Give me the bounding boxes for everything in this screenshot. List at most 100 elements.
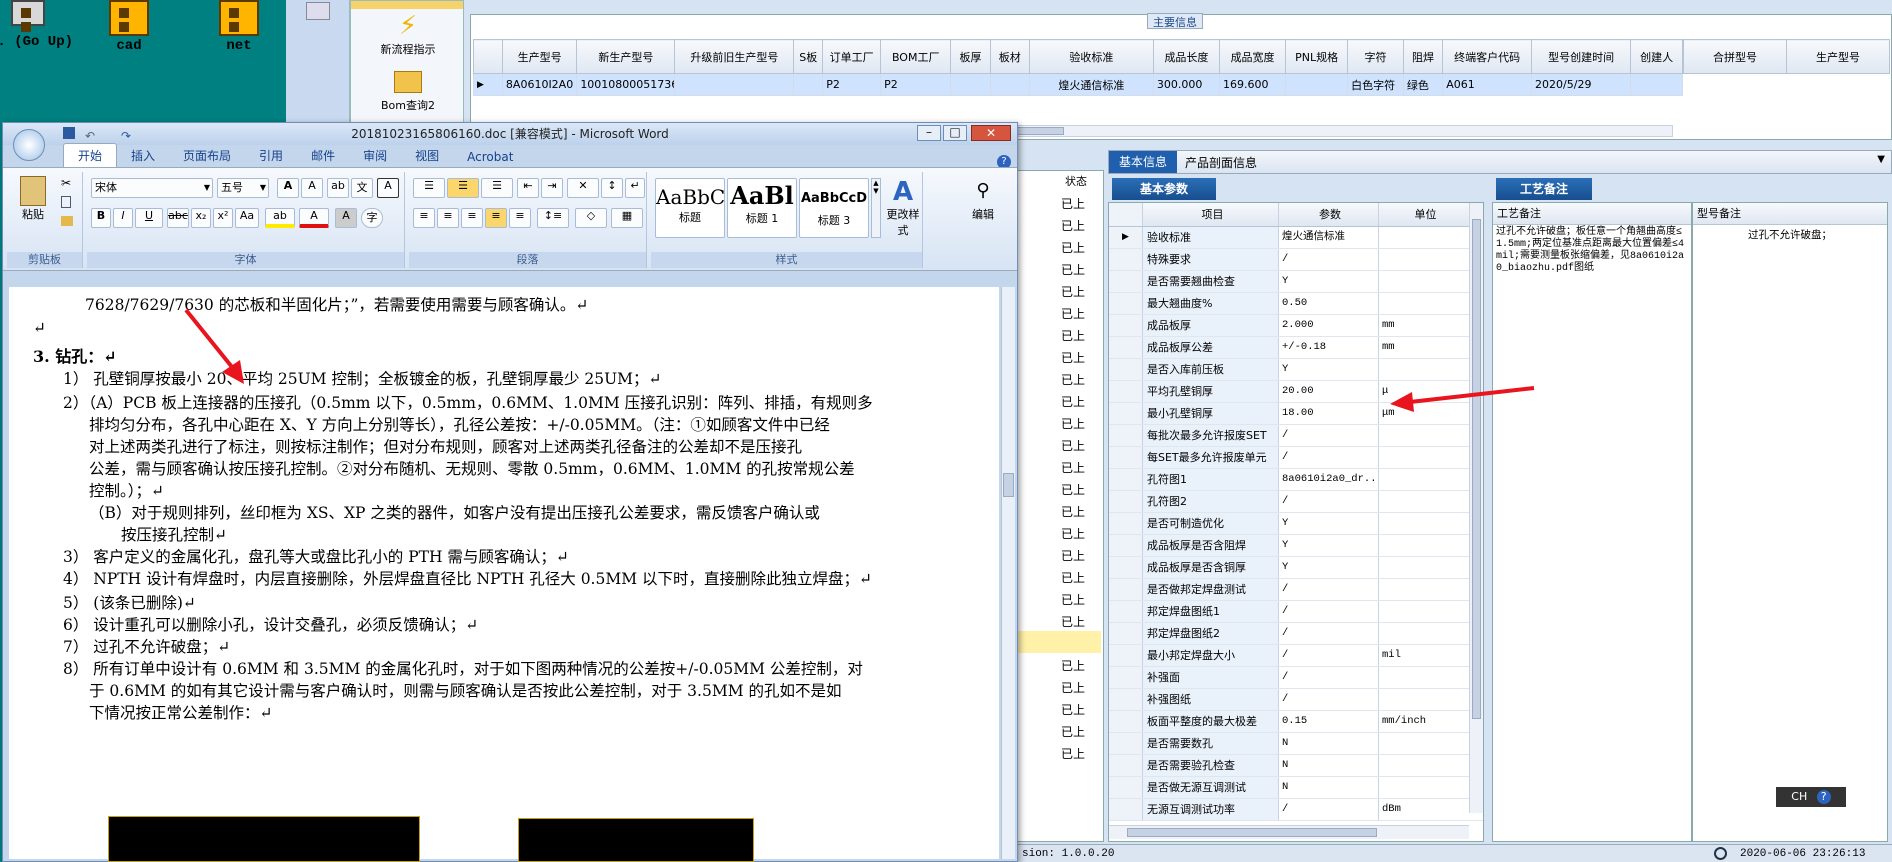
sort-button[interactable]: ↕: [601, 178, 623, 198]
column-header[interactable]: 创建人: [1630, 39, 1683, 74]
edit-button[interactable]: ⚲ 编辑: [963, 176, 1003, 246]
tab-page-layout[interactable]: 页面布局: [169, 144, 245, 167]
scrollbar-thumb[interactable]: [1127, 828, 1377, 837]
desktop-icon-cad[interactable]: cad: [84, 0, 174, 54]
table-row[interactable]: 邦定焊盘图纸1/: [1109, 601, 1483, 623]
column-header[interactable]: 板材: [989, 39, 1030, 74]
ime-indicator[interactable]: CH ?: [1776, 787, 1846, 807]
tab-insert[interactable]: 插入: [117, 144, 169, 167]
table-row[interactable]: 每批次最多允许报废SET /: [1109, 425, 1483, 447]
param-value[interactable]: Y: [1279, 271, 1379, 292]
table-row[interactable]: 平均孔壁铜厚 20.00 μ: [1109, 381, 1483, 403]
distribute-button[interactable]: ≡: [509, 208, 531, 228]
multilevel-list-button[interactable]: ☰: [481, 178, 513, 198]
column-header[interactable]: 型号创建时间: [1531, 39, 1632, 74]
table-row[interactable]: 补强面 /: [1109, 667, 1483, 689]
help-icon[interactable]: ?: [1816, 790, 1831, 804]
param-tab[interactable]: 基本参数: [1112, 178, 1216, 200]
enclose-char-button[interactable]: 字: [361, 208, 383, 228]
tab-acrobat[interactable]: Acrobat: [453, 147, 527, 167]
param-value[interactable]: /: [1279, 601, 1379, 622]
clear-format-button[interactable]: ab: [327, 178, 349, 198]
table-row[interactable]: 补强图纸 /: [1109, 689, 1483, 711]
maximize-button[interactable]: □: [943, 125, 967, 141]
param-value[interactable]: /: [1279, 645, 1379, 666]
param-value[interactable]: /: [1279, 447, 1379, 468]
italic-button[interactable]: I: [113, 208, 133, 228]
char-shading-button[interactable]: A: [335, 208, 357, 228]
param-value[interactable]: /: [1279, 667, 1379, 688]
column-header[interactable]: 项目: [1143, 203, 1279, 226]
phonetic-button[interactable]: 文: [351, 178, 373, 198]
table-row[interactable]: 是否做邦定焊盘测试 /: [1109, 579, 1483, 601]
style-heading-1[interactable]: AaBl 标题 1: [727, 178, 797, 238]
column-header[interactable]: S板: [793, 39, 824, 74]
align-center-button[interactable]: ≡: [437, 208, 459, 228]
font-name-select[interactable]: 宋体 ▼: [91, 178, 213, 198]
param-value[interactable]: 0.50: [1279, 293, 1379, 314]
table-row[interactable]: 成品板厚公差 +/-0.18 mm: [1109, 337, 1483, 359]
numbering-button[interactable]: ☰: [447, 178, 479, 198]
decrease-indent-button[interactable]: ⇤: [517, 178, 539, 198]
column-header[interactable]: 单位: [1379, 203, 1469, 226]
table-row[interactable]: 每SET最多允许报废单元 /: [1109, 447, 1483, 469]
line-spacing-button[interactable]: ↕≡: [537, 208, 569, 228]
column-header[interactable]: 生产型号: [1786, 39, 1890, 74]
param-value[interactable]: Y: [1279, 513, 1379, 534]
table-row[interactable]: 最大翘曲度% 0.50: [1109, 293, 1483, 315]
tab-review[interactable]: 审阅: [349, 144, 401, 167]
table-row[interactable]: 是否需要翘曲检查 Y: [1109, 271, 1483, 293]
increase-indent-button[interactable]: ⇥: [541, 178, 563, 198]
bullets-button[interactable]: ☰: [413, 178, 445, 198]
column-header[interactable]: 阻焊: [1402, 39, 1444, 74]
column-header[interactable]: 新生产型号: [576, 39, 676, 74]
office-button[interactable]: [13, 129, 45, 161]
align-right-button[interactable]: ≡: [461, 208, 483, 228]
tab-references[interactable]: 引用: [245, 144, 297, 167]
style-title[interactable]: AaBbC 标题: [655, 178, 725, 238]
table-row[interactable]: 成品板厚 2.000 mm: [1109, 315, 1483, 337]
document-page[interactable]: 7628/7629/7630 的芯板和半固化片；”，若需要使用需要与顾客确认。↵…: [9, 287, 999, 859]
subscript-button[interactable]: x₂: [191, 208, 211, 228]
param-value[interactable]: N: [1279, 733, 1379, 754]
param-value[interactable]: Y: [1279, 557, 1379, 578]
highlight-button[interactable]: ab: [265, 208, 295, 228]
craft-note-tab[interactable]: 工艺备注: [1496, 178, 1592, 200]
table-row[interactable]: 板面平整度的最大极差 0.15 mm/inch: [1109, 711, 1483, 733]
bom-query-button[interactable]: Bom查询2: [351, 69, 465, 113]
desktop-icon-go-up[interactable]: .. (Go Up): [0, 0, 76, 50]
param-value[interactable]: Y: [1279, 359, 1379, 380]
column-header[interactable]: 终端客户代码: [1442, 39, 1533, 74]
undo-icon[interactable]: ↶: [85, 125, 95, 147]
table-row[interactable]: 是否需要验孔检查 N: [1109, 755, 1483, 777]
column-header[interactable]: 升级前旧生产型号: [674, 39, 795, 74]
change-styles-button[interactable]: A 更改样式: [883, 178, 923, 248]
column-header[interactable]: 板厚: [950, 39, 991, 74]
tab-view[interactable]: 视图: [401, 144, 453, 167]
shading-button[interactable]: ◇: [575, 208, 607, 228]
minimize-button[interactable]: –: [917, 125, 941, 141]
paste-button[interactable]: 粘贴: [13, 176, 53, 236]
table-row[interactable]: 是否入库前压板 Y: [1109, 359, 1483, 381]
param-value[interactable]: /: [1279, 689, 1379, 710]
table-row[interactable]: ▶ 8A0610I2A0 10010800051736 P2 P2 煌火通信标准…: [473, 73, 1683, 96]
font-size-select[interactable]: 五号 ▼: [217, 178, 269, 198]
table-row[interactable]: 孔符图1 8a0610i2a0_dr...: [1109, 469, 1483, 491]
param-value[interactable]: 煌火通信标准: [1279, 227, 1379, 248]
char-border-button[interactable]: A: [377, 178, 399, 198]
column-header[interactable]: 成品宽度: [1218, 39, 1287, 74]
param-value[interactable]: +/-0.18: [1279, 337, 1379, 358]
table-row[interactable]: 是否需要数孔 N: [1109, 733, 1483, 755]
save-icon[interactable]: [63, 127, 75, 139]
show-marks-button[interactable]: ↵: [625, 178, 645, 198]
copy-icon[interactable]: [61, 196, 71, 208]
param-value[interactable]: 0.15: [1279, 711, 1379, 732]
param-value[interactable]: /: [1279, 491, 1379, 512]
column-header[interactable]: 合拼型号: [1683, 39, 1787, 74]
param-value[interactable]: /: [1279, 249, 1379, 270]
grow-font-button[interactable]: A: [277, 178, 299, 198]
strikethrough-button[interactable]: abc: [167, 208, 189, 228]
borders-button[interactable]: ▦: [611, 208, 643, 228]
new-flow-button[interactable]: ⚡ 新流程指示: [351, 11, 465, 57]
vertical-scrollbar[interactable]: [1469, 203, 1483, 813]
